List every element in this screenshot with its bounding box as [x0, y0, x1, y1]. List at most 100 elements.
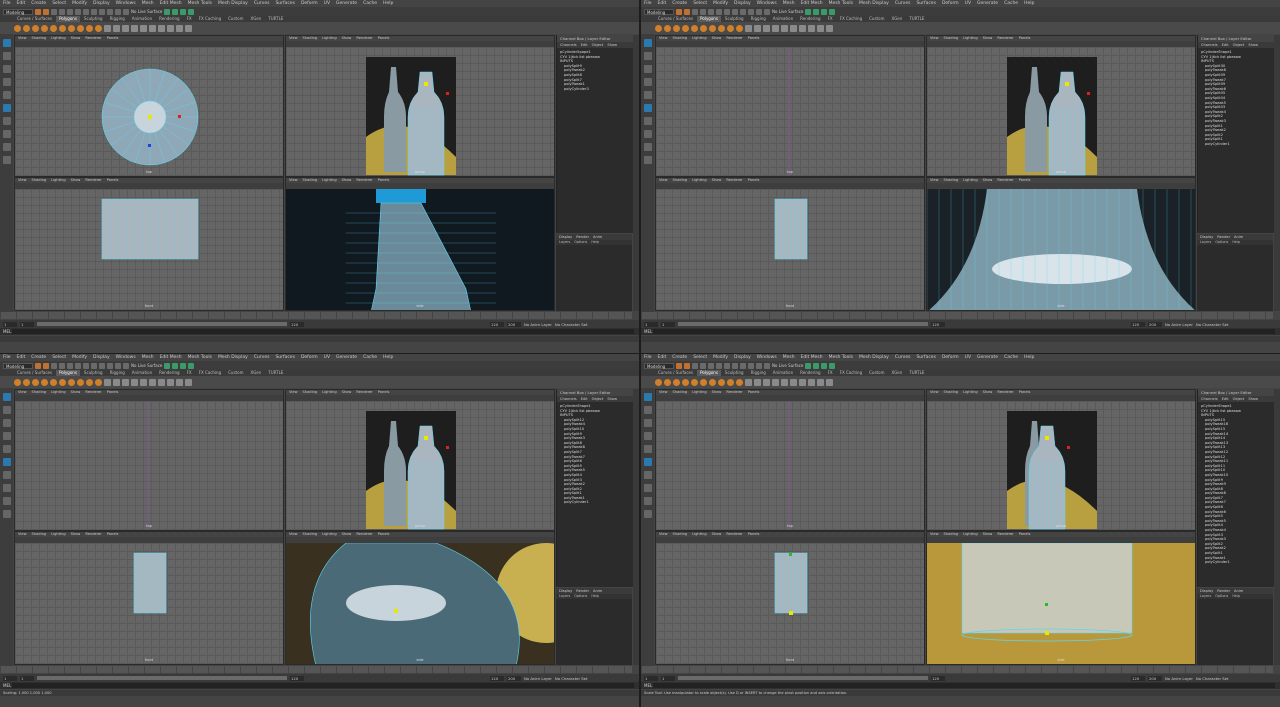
channel-menu-item[interactable]: Object	[1233, 42, 1245, 48]
viewport-top[interactable]: View Shading Lighting Show Renderer Panels to…	[14, 35, 284, 177]
playback-end-field[interactable]: 120	[490, 675, 504, 681]
select-component-icon[interactable]	[83, 362, 89, 369]
menu-item[interactable]: Mesh Display	[859, 355, 889, 360]
viewport-persp[interactable]: View Shading Lighting Show Renderer Panels pe…	[285, 35, 555, 177]
viewport-top[interactable]: View Shading Lighting Show Renderer Panels to…	[655, 35, 925, 177]
channel-menu-item[interactable]: Edit	[1222, 396, 1229, 402]
menu-item[interactable]: Edit Mesh	[801, 1, 823, 6]
snap-surface-icon[interactable]	[115, 362, 121, 369]
uv-editor-icon[interactable]	[817, 378, 824, 386]
channel-menu-item[interactable]: Show	[1248, 42, 1258, 48]
separate-icon[interactable]	[754, 378, 761, 386]
anim-layer-dropdown[interactable]: No Anim Layer	[524, 676, 552, 681]
channel-menu-item[interactable]: Show	[1248, 396, 1258, 402]
menu-item[interactable]: File	[644, 1, 652, 6]
paint-select-icon[interactable]	[643, 65, 652, 73]
history-item[interactable]: polyCylinder3	[560, 87, 630, 92]
channel-menu-item[interactable]: Object	[592, 396, 604, 402]
paint-select-icon[interactable]	[2, 65, 11, 73]
menu-item[interactable]: Display	[93, 1, 110, 6]
snap-curve-icon[interactable]	[740, 8, 746, 15]
snap-curve-icon[interactable]	[99, 362, 105, 369]
menu-item[interactable]: Create	[672, 355, 687, 360]
select-tool-icon[interactable]	[643, 39, 652, 47]
viewport-side[interactable]: View Shading Lighting Show Renderer Panels si…	[926, 177, 1196, 311]
menu-item[interactable]: Edit Mesh	[801, 355, 823, 360]
move-tool-icon[interactable]	[2, 432, 11, 440]
disc-icon[interactable]	[68, 24, 75, 32]
history-item[interactable]: polyCylinder1	[560, 500, 630, 505]
render-settings-icon[interactable]	[180, 8, 187, 15]
scale-tool-icon[interactable]	[643, 104, 652, 112]
planar-map-icon[interactable]	[185, 378, 192, 386]
pyramid-icon[interactable]	[727, 378, 734, 386]
undo-icon[interactable]	[692, 8, 698, 15]
menu-item[interactable]: Mesh Tools	[188, 355, 212, 360]
four-view-icon[interactable]	[643, 497, 652, 505]
menu-item[interactable]: Curves	[254, 355, 270, 360]
multi-cut-icon[interactable]	[799, 24, 806, 32]
select-object-icon[interactable]	[75, 8, 81, 15]
lasso-tool-icon[interactable]	[2, 406, 11, 414]
scale-tool-icon[interactable]	[2, 104, 11, 112]
render-icon[interactable]	[164, 8, 171, 15]
outliner-layout-icon[interactable]	[643, 156, 652, 164]
channel-menu-item[interactable]: Edit	[1222, 42, 1229, 48]
move-tool-icon[interactable]	[643, 432, 652, 440]
menu-item[interactable]: Modify	[713, 355, 728, 360]
snap-point-icon[interactable]	[107, 362, 113, 369]
plane-icon[interactable]	[59, 378, 66, 386]
menu-item[interactable]: Generate	[336, 355, 357, 360]
outliner-layout-icon[interactable]	[2, 156, 11, 164]
menu-item[interactable]: UV	[965, 355, 971, 360]
folder-icon[interactable]	[35, 362, 41, 369]
redo-icon[interactable]	[59, 362, 65, 369]
move-tool-icon[interactable]	[643, 78, 652, 86]
target-weld-icon[interactable]	[167, 24, 174, 32]
pyramid-icon[interactable]	[86, 378, 93, 386]
hypershade-icon[interactable]	[829, 362, 836, 369]
menu-item[interactable]: Edit	[17, 355, 26, 360]
single-view-icon[interactable]	[643, 130, 652, 138]
menu-item[interactable]: File	[644, 355, 652, 360]
history-item[interactable]: polyCylinder1	[1201, 560, 1271, 565]
snap-surface-icon[interactable]	[115, 8, 121, 15]
four-view-icon[interactable]	[2, 497, 11, 505]
folder-icon[interactable]	[35, 8, 41, 15]
platonic-icon[interactable]	[77, 378, 84, 386]
redo-icon[interactable]	[700, 8, 706, 15]
viewport-persp[interactable]: View Shading Lighting Show Renderer Panels pe…	[285, 389, 555, 531]
menu-item[interactable]: Select	[52, 355, 66, 360]
range-bar[interactable]	[678, 676, 928, 680]
menu-item[interactable]: UV	[965, 1, 971, 6]
channel-menu-item[interactable]: Edit	[581, 42, 588, 48]
menu-item[interactable]: Help	[383, 355, 393, 360]
menu-item[interactable]: UV	[324, 355, 330, 360]
snap-point-icon[interactable]	[748, 8, 754, 15]
mel-input[interactable]	[653, 683, 1275, 688]
menu-item[interactable]: Generate	[336, 1, 357, 6]
render-icon[interactable]	[805, 8, 812, 15]
channel-menu-item[interactable]: Edit	[581, 396, 588, 402]
time-slider[interactable]	[0, 312, 632, 319]
separate-icon[interactable]	[754, 24, 761, 32]
rotate-tool-icon[interactable]	[643, 445, 652, 453]
torus-icon[interactable]	[50, 24, 57, 32]
menu-item[interactable]: File	[3, 1, 11, 6]
playback-end-field[interactable]: 120	[490, 321, 504, 327]
menu-item[interactable]: Generate	[977, 1, 998, 6]
save-icon[interactable]	[684, 8, 690, 15]
ipr-icon[interactable]	[813, 8, 820, 15]
live-icon[interactable]	[123, 8, 129, 15]
layer-menu-item[interactable]: Options	[1215, 240, 1228, 245]
save-icon[interactable]	[43, 8, 49, 15]
menu-item[interactable]: Windows	[757, 1, 777, 6]
single-view-icon[interactable]	[643, 484, 652, 492]
rotate-tool-icon[interactable]	[2, 445, 11, 453]
cone-icon[interactable]	[682, 24, 689, 32]
cube-icon[interactable]	[23, 24, 30, 32]
menu-item[interactable]: Display	[734, 355, 751, 360]
sphere-icon[interactable]	[655, 24, 662, 32]
menu-item[interactable]: Edit Mesh	[160, 1, 182, 6]
history-item[interactable]: polyCylinder1	[1201, 142, 1271, 147]
